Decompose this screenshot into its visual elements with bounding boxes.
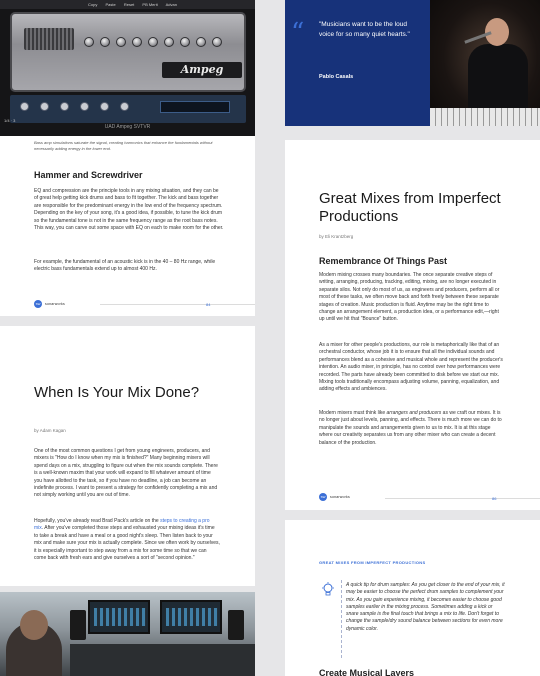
amp-knob [84, 37, 94, 47]
piano-keys [430, 108, 540, 126]
text-run: Hopefully, you've already read Brad Pack… [34, 518, 161, 524]
amp-control-panel [10, 95, 246, 123]
text-run: . After you've completed those steps and… [34, 525, 220, 562]
amp-toolbar: Copy Paste Reset PB Merit Advan [0, 0, 255, 9]
amp-knob [132, 37, 142, 47]
section-heading: Create Musical Layers [319, 668, 415, 676]
brand-name: sonarworks [45, 302, 65, 306]
amp-knob [212, 37, 222, 47]
panel-knob [20, 102, 29, 111]
footer-divider [385, 498, 540, 499]
mixing-desk [70, 644, 255, 676]
amp-knob [180, 37, 190, 47]
panel-knob [100, 102, 109, 111]
quote-text: "Musicians want to be the loud voice for… [319, 21, 410, 38]
amp-display [160, 101, 230, 113]
amp-toolbar-item: PB Merit [142, 2, 158, 7]
brand-footer: SW sonarworks [34, 300, 65, 308]
amp-knob [100, 37, 110, 47]
brand-name: sonarworks [330, 495, 350, 499]
amp-knob [164, 37, 174, 47]
lightbulb-icon [321, 582, 335, 603]
pianist-photo [430, 0, 540, 126]
panel-knob [120, 102, 129, 111]
studio-photo [0, 592, 255, 676]
page-when-done: When Is Your Mix Done? by Adam Kagan One… [0, 326, 255, 586]
panel-knob [60, 102, 69, 111]
section-heading: Remembrance Of Things Past [319, 256, 448, 266]
amp-status: 1/4 · 3 [4, 118, 16, 123]
amp-grille [24, 28, 74, 50]
page-number: 84 [206, 302, 211, 307]
article-byline: by Eli Krantzberg [319, 234, 354, 239]
amp-toolbar-item: Copy [88, 2, 98, 7]
tip-divider [341, 580, 342, 658]
footer-divider [100, 304, 255, 305]
page-drum-tip: GREAT MIXES FROM IMPERFECT PRODUCTIONS A… [285, 520, 540, 676]
amp-knob [116, 37, 126, 47]
page-number: 86 [492, 496, 497, 501]
quote-panel: “ "Musicians want to be the loud voice f… [285, 0, 430, 126]
brand-footer: SW sonarworks [319, 493, 350, 501]
amp-plugin-name: UAD Ampeg SVTVR [104, 124, 151, 130]
panel-knob [80, 102, 89, 111]
amp-knob [196, 37, 206, 47]
page-quote: “ "Musicians want to be the loud voice f… [285, 0, 540, 126]
body-paragraph: As a mixer for other people's production… [319, 342, 503, 393]
article-byline: by Adam Kagan [34, 428, 66, 433]
page-hammer-screwdriver: Copy Paste Reset PB Merit Advan Ampeg 1/… [0, 0, 255, 316]
monitor-screen [88, 600, 150, 634]
page-great-mixes: Great Mixes from Imperfect Productions b… [285, 140, 540, 510]
tip-text: A quick tip for drum samples: As you get… [346, 582, 505, 632]
emphasis-text: arrangers and producers [386, 410, 442, 416]
page-studio-photo [0, 592, 255, 676]
article-title: Great Mixes from Imperfect Productions [319, 190, 501, 225]
amp-knob [148, 37, 158, 47]
text-run: Modern mixers must think like [319, 410, 387, 416]
quote-author: Pablo Casals [319, 74, 354, 80]
amp-toolbar-item: Paste [105, 2, 116, 7]
article-title: When Is Your Mix Done? [34, 384, 200, 401]
engineer-head [20, 610, 48, 640]
body-paragraph: Modern mixers must think like arrangers … [319, 410, 505, 447]
body-paragraph: EQ and compression are the principle too… [34, 188, 224, 232]
studio-speaker [228, 610, 244, 640]
monitor-screen [160, 600, 222, 634]
section-heading: Hammer and Screwdriver [34, 170, 143, 180]
studio-speaker [70, 610, 86, 640]
sonarworks-logo-icon: SW [319, 493, 327, 501]
quote-mark-icon: “ [291, 18, 305, 48]
body-paragraph: For example, the fundamental of an acous… [34, 259, 216, 273]
amp-plugin-image: Copy Paste Reset PB Merit Advan Ampeg 1/… [0, 0, 255, 136]
amp-brand-logo: Ampeg [162, 62, 242, 78]
body-paragraph: Hopefully, you've already read Brad Pack… [34, 518, 220, 562]
panel-knob [40, 102, 49, 111]
body-paragraph: One of the most common questions I get f… [34, 448, 218, 499]
amp-toolbar-item: Reset [123, 2, 135, 7]
image-caption: Bass amp simulations saturate the signal… [34, 140, 213, 151]
sonarworks-logo-icon: SW [34, 300, 42, 308]
amp-toolbar-item: Advan [165, 2, 177, 7]
amp-head: Ampeg [10, 12, 246, 92]
running-header: GREAT MIXES FROM IMPERFECT PRODUCTIONS [319, 560, 426, 565]
body-paragraph: Modern mixing crosses many boundaries. T… [319, 272, 500, 323]
